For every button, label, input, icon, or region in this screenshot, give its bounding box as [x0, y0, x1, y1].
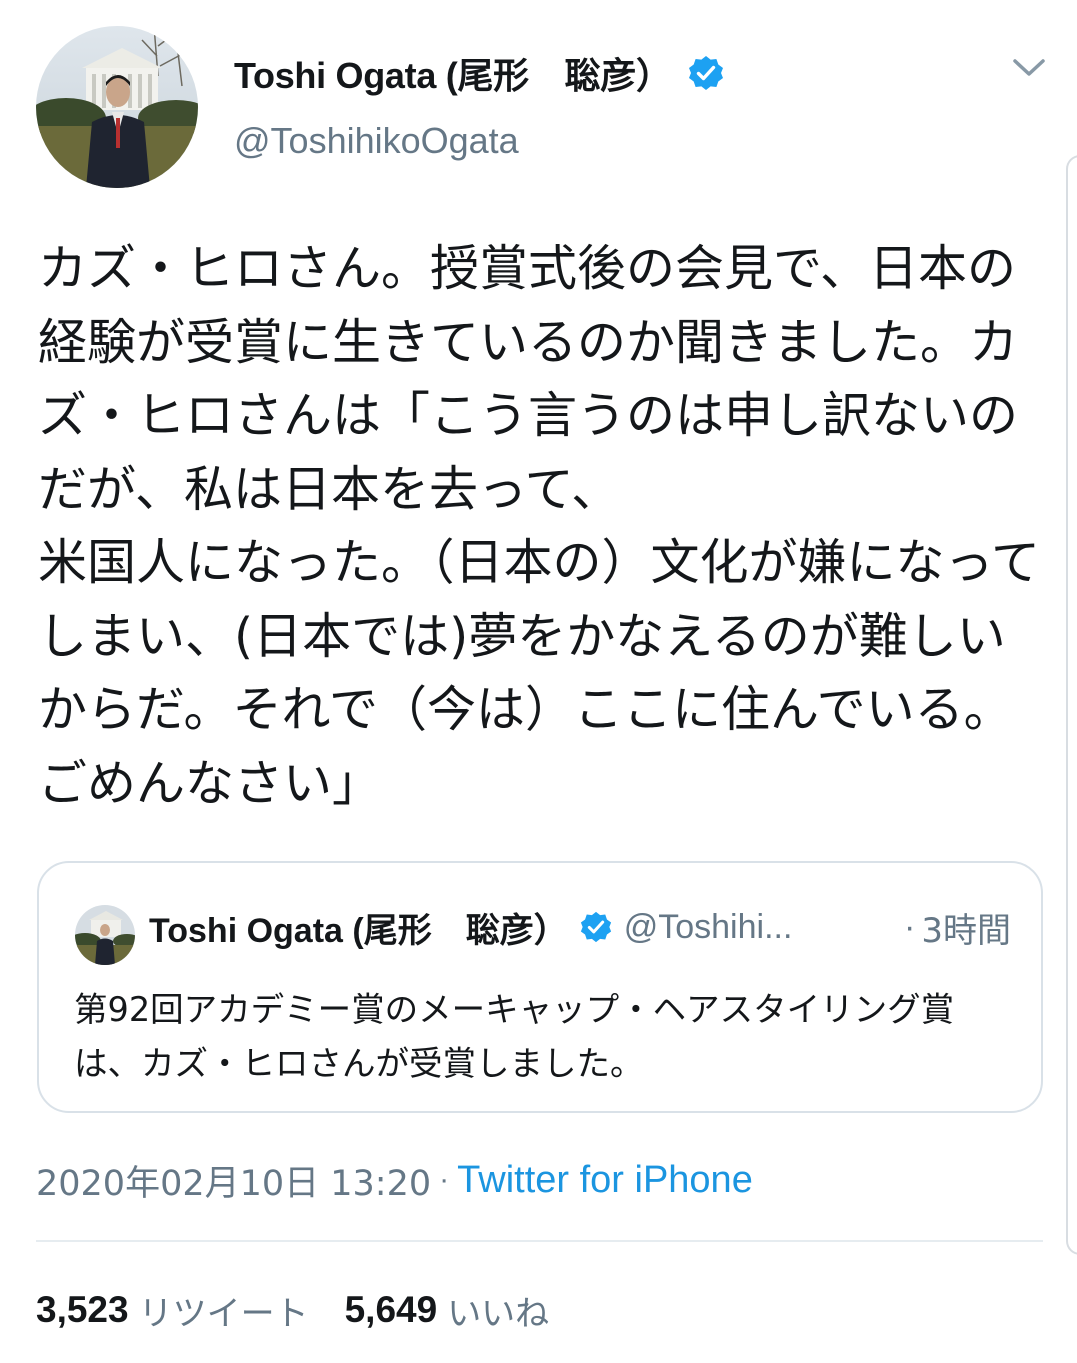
retweets-label[interactable]: リツイート: [139, 1286, 309, 1335]
retweets-count[interactable]: 3,523: [36, 1289, 129, 1331]
quoted-tweet-header: Toshi Ogata (尾形 聡彦） @Toshihi... · 3時間: [149, 903, 1011, 951]
tweet-meta-row: 2020年02月10日 13:20 · Twitter for iPhone: [36, 1154, 753, 1206]
quoted-time-separator: ·: [904, 907, 916, 946]
quoted-author-handle: @Toshihi...: [623, 907, 793, 946]
author-avatar[interactable]: [36, 26, 198, 188]
author-display-name[interactable]: Toshi Ogata (尾形 聡彦）: [234, 47, 672, 99]
quoted-tweet-text: 第92回アカデミー賞のメーキャップ・ヘアスタイリング賞は、カズ・ヒロさんが受賞し…: [74, 990, 955, 1083]
scroll-edge: [1066, 155, 1077, 1255]
divider: [36, 1240, 1043, 1242]
tweet-text: カズ・ヒロさん。授賞式後の会見で、日本の経験が受賞に生きているのか聞きました。カ…: [38, 240, 1041, 812]
tweet-source-link[interactable]: Twitter for iPhone: [457, 1159, 753, 1202]
quoted-author-name: Toshi Ogata (尾形 聡彦）: [149, 911, 568, 950]
verified-badge-icon: [580, 911, 612, 943]
quoted-author-avatar: [75, 905, 135, 965]
chevron-down-icon[interactable]: [1011, 55, 1047, 81]
tweet-timestamp: 2020年02月10日 13:20: [36, 1163, 432, 1204]
likes-label[interactable]: いいね: [447, 1286, 549, 1335]
meta-separator: ·: [439, 1163, 450, 1196]
quoted-tweet-time: 3時間: [921, 910, 1011, 951]
tweet-stats-row: 3,523 リツイート 5,649 いいね: [36, 1284, 549, 1336]
likes-count[interactable]: 5,649: [345, 1289, 438, 1331]
quoted-tweet-card[interactable]: Toshi Ogata (尾形 聡彦） @Toshihi... · 3時間 第9…: [37, 861, 1043, 1113]
author-handle[interactable]: @ToshihikoOgata: [234, 120, 519, 162]
author-name-row[interactable]: Toshi Ogata (尾形 聡彦）: [234, 48, 724, 98]
verified-badge-icon: [688, 55, 724, 91]
